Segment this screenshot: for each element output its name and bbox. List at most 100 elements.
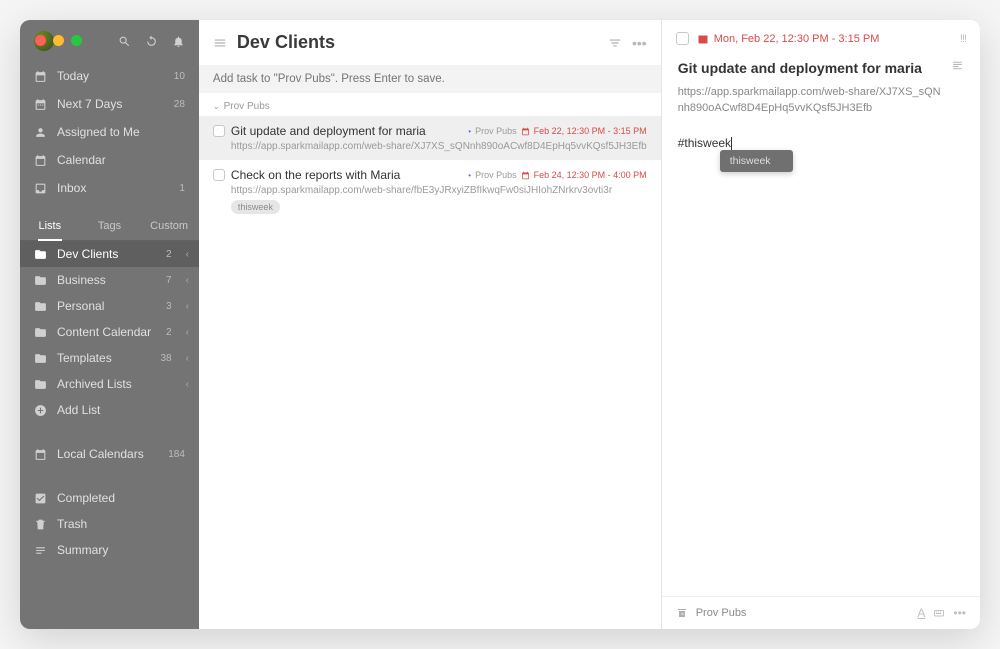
menu-icon[interactable] [213, 36, 227, 50]
task-checkbox[interactable] [213, 169, 225, 181]
bell-icon[interactable] [172, 35, 185, 48]
tab-custom[interactable]: Custom [139, 214, 199, 240]
detail-title[interactable]: Git update and deployment for maria [678, 59, 941, 77]
task-tag[interactable]: thisweek [231, 200, 280, 214]
folder-icon [34, 248, 47, 261]
sort-icon[interactable] [608, 36, 622, 50]
task-list-tag: Prov Pubs [475, 126, 517, 136]
add-list-label: Add List [57, 403, 189, 417]
nav-label: Calendar [57, 153, 175, 167]
calendar-week-icon [34, 98, 47, 111]
calendar-icon [34, 154, 47, 167]
outline-icon[interactable] [951, 59, 964, 77]
detail-url[interactable]: https://app.sparkmailapp.com/web-share/X… [678, 85, 941, 116]
minimize-window-icon[interactable] [53, 35, 64, 46]
nav-label: Assigned to Me [57, 125, 175, 139]
folder-icon [34, 326, 47, 339]
folder-icon [34, 378, 47, 391]
tab-tags[interactable]: Tags [80, 214, 140, 240]
task-list-panel: Dev Clients ••• ⌄ Prov Pubs Git update a… [199, 20, 662, 629]
list-count: 38 [160, 353, 171, 364]
group-header[interactable]: ⌄ Prov Pubs [199, 93, 661, 116]
nav-completed[interactable]: Completed [20, 485, 199, 511]
detail-checkbox[interactable] [676, 32, 689, 45]
group-name: Prov Pubs [224, 101, 270, 112]
task-date: Feb 22, 12:30 PM - 3:15 PM [534, 126, 647, 136]
nav-calendar[interactable]: Calendar [20, 146, 199, 174]
window-controls[interactable] [35, 35, 82, 46]
task-row[interactable]: Git update and deployment for maria • Pr… [199, 116, 661, 160]
list-personal[interactable]: Personal 3 ‹ [20, 293, 199, 319]
list-label: Personal [57, 299, 156, 313]
local-cal-label: Local Calendars [57, 447, 158, 461]
chevron-left-icon: ‹ [186, 249, 189, 260]
nav-label: Trash [57, 517, 189, 531]
add-task-input[interactable] [199, 65, 661, 93]
calendar-icon [34, 448, 47, 461]
task-list-tag: Prov Pubs [475, 170, 517, 180]
list-archived[interactable]: Archived Lists ‹ [20, 371, 199, 397]
nav-label: Next 7 Days [57, 97, 164, 111]
tab-lists[interactable]: Lists [20, 214, 80, 240]
list-label: Templates [57, 351, 150, 365]
detail-date[interactable]: Mon, Feb 22, 12:30 PM - 3:15 PM [697, 33, 880, 45]
nav-next7[interactable]: Next 7 Days 28 [20, 90, 199, 118]
check-icon [34, 492, 47, 505]
dot-icon: • [468, 127, 471, 136]
task-row[interactable]: Check on the reports with Maria • Prov P… [199, 160, 661, 223]
calendar-icon [521, 127, 530, 136]
list-count: 3 [166, 301, 172, 312]
detail-panel: Mon, Feb 22, 12:30 PM - 3:15 PM !!! Git … [662, 20, 980, 629]
tag-suggestion[interactable]: thisweek [720, 150, 793, 172]
task-url: https://app.sparkmailapp.com/web-share/X… [231, 141, 647, 152]
summary-icon [34, 544, 47, 557]
task-title: Check on the reports with Maria [231, 168, 462, 182]
list-content-calendar[interactable]: Content Calendar 2 ‹ [20, 319, 199, 345]
note-text: #thisweek [678, 136, 731, 150]
list-business[interactable]: Business 7 ‹ [20, 267, 199, 293]
sync-icon[interactable] [145, 35, 158, 48]
list-label: Archived Lists [57, 377, 162, 391]
task-url: https://app.sparkmailapp.com/web-share/f… [231, 185, 647, 196]
list-label: Dev Clients [57, 247, 156, 261]
chevron-left-icon: ‹ [186, 275, 189, 286]
folder-icon [34, 352, 47, 365]
user-icon [34, 126, 47, 139]
list-count: 2 [166, 249, 172, 260]
folder-icon [34, 274, 47, 287]
nav-today[interactable]: Today 10 [20, 62, 199, 90]
keyboard-icon[interactable] [933, 607, 945, 619]
local-calendars[interactable]: Local Calendars 184 [20, 441, 199, 467]
list-label: Business [57, 273, 156, 287]
add-list-button[interactable]: Add List [20, 397, 199, 423]
task-checkbox[interactable] [213, 125, 225, 137]
sidebar: Today 10 Next 7 Days 28 Assigned to Me C… [20, 20, 199, 629]
list-templates[interactable]: Templates 38 ‹ [20, 345, 199, 371]
font-icon[interactable]: A [917, 606, 925, 620]
chevron-left-icon: ‹ [186, 327, 189, 338]
list-count: 2 [166, 327, 172, 338]
list-dev-clients[interactable]: Dev Clients 2 ‹ [20, 241, 199, 267]
text-cursor [731, 137, 732, 150]
footer-list[interactable]: Prov Pubs [696, 607, 747, 619]
nav-trash[interactable]: Trash [20, 511, 199, 537]
nav-summary[interactable]: Summary [20, 537, 199, 563]
calendar-icon [521, 171, 530, 180]
dot-icon: • [468, 171, 471, 180]
list-count: 7 [166, 275, 172, 286]
close-window-icon[interactable] [35, 35, 46, 46]
note-editor[interactable]: #thisweek thisweek [662, 122, 980, 164]
nav-label: Completed [57, 491, 189, 505]
more-icon[interactable]: ••• [632, 35, 647, 51]
search-icon[interactable] [118, 35, 131, 48]
priority-icon[interactable]: !!! [960, 33, 966, 45]
nav-assigned[interactable]: Assigned to Me [20, 118, 199, 146]
inbox-icon [34, 182, 47, 195]
maximize-window-icon[interactable] [71, 35, 82, 46]
more-icon[interactable]: ••• [953, 606, 966, 620]
nav-inbox[interactable]: Inbox 1 [20, 174, 199, 202]
archive-icon[interactable] [676, 607, 688, 619]
sidebar-tabs: Lists Tags Custom [20, 208, 199, 241]
chevron-left-icon: ‹ [186, 301, 189, 312]
nav-count: 28 [174, 99, 185, 110]
